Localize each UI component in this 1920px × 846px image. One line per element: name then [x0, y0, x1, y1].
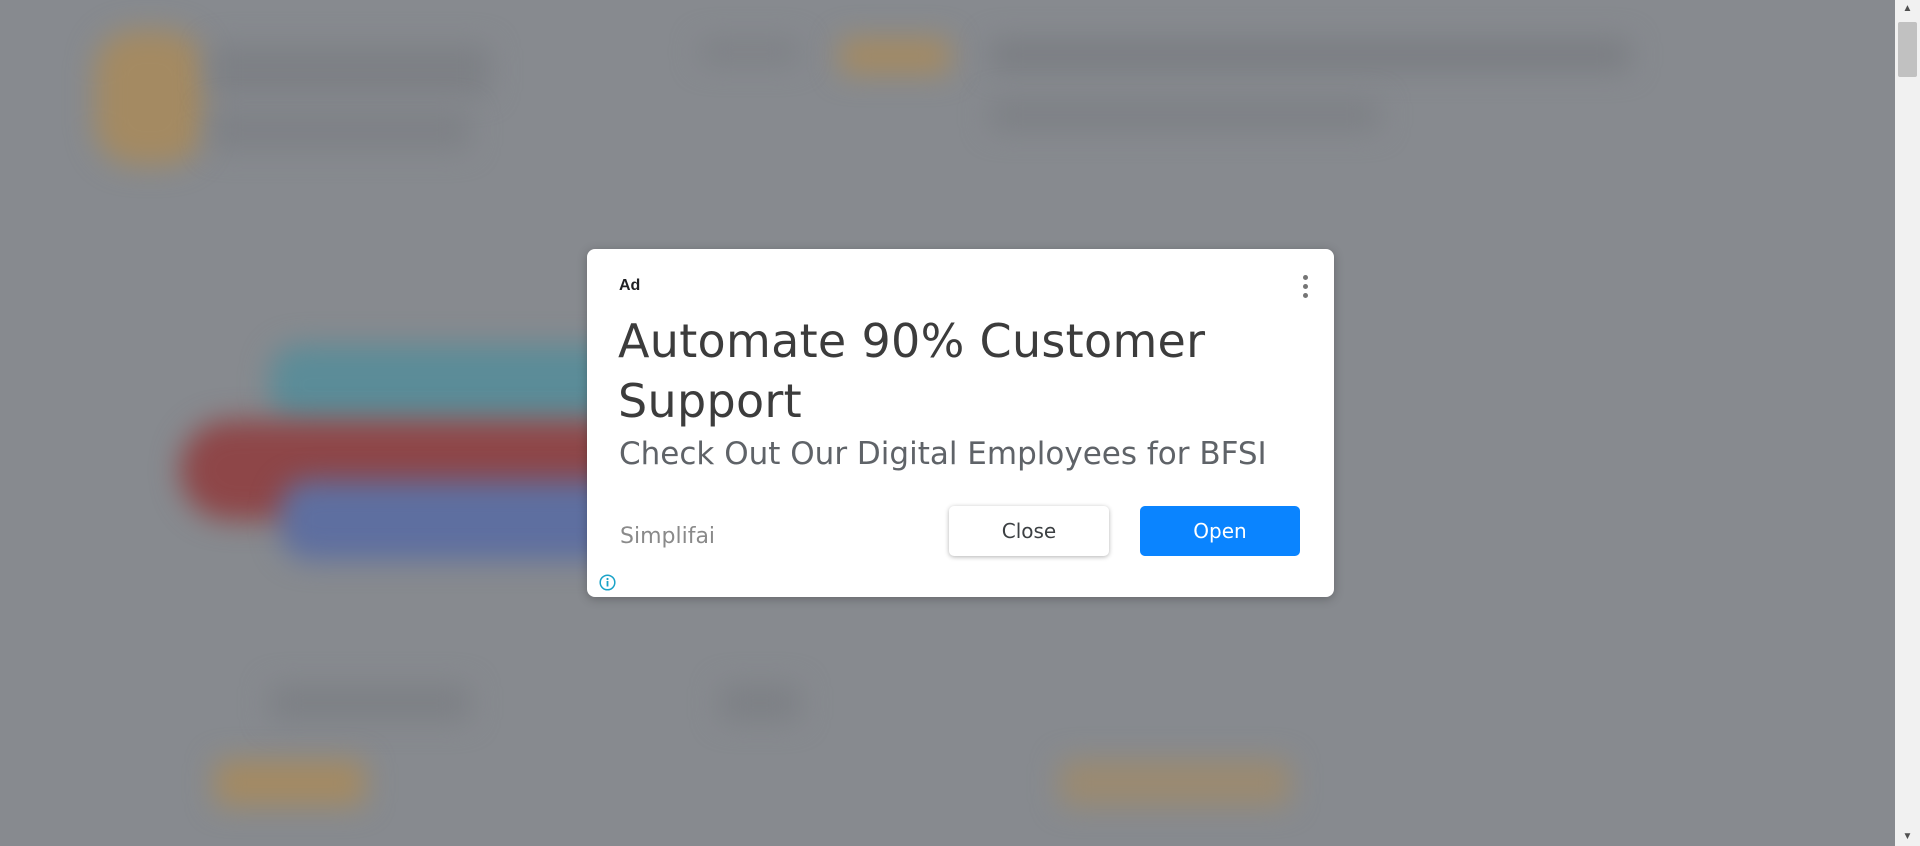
- content-text: [720, 685, 800, 721]
- site-logo-text: [210, 45, 490, 95]
- ad-modal: Ad Automate 90% Customer Support Check O…: [587, 249, 1334, 597]
- content-button: [215, 760, 365, 806]
- scroll-thumb[interactable]: [1898, 22, 1917, 77]
- close-button[interactable]: Close: [949, 506, 1109, 556]
- site-logo: [95, 30, 205, 165]
- ad-description[interactable]: Check Out Our Digital Employees for BFSI: [619, 436, 1309, 472]
- more-vert-icon[interactable]: [1295, 271, 1315, 301]
- nav-item: [700, 40, 800, 64]
- ad-advertiser[interactable]: Simplifai: [620, 524, 715, 549]
- content-button: [1060, 760, 1290, 806]
- hero-banner-blue: [280, 480, 640, 560]
- header-subtext: [990, 100, 1380, 130]
- vertical-scrollbar[interactable]: ▲ ▼: [1895, 0, 1920, 846]
- open-button[interactable]: Open: [1140, 506, 1300, 556]
- ad-headline[interactable]: Automate 90% Customer Support: [618, 311, 1258, 431]
- site-tagline: [210, 110, 470, 150]
- scroll-down-arrow-icon[interactable]: ▼: [1895, 828, 1920, 846]
- content-text: [270, 685, 470, 721]
- header-text: [990, 40, 1630, 70]
- info-icon[interactable]: [599, 574, 616, 591]
- nav-item-highlight: [840, 38, 950, 74]
- ad-label: Ad: [619, 277, 641, 294]
- scroll-up-arrow-icon[interactable]: ▲: [1895, 0, 1920, 18]
